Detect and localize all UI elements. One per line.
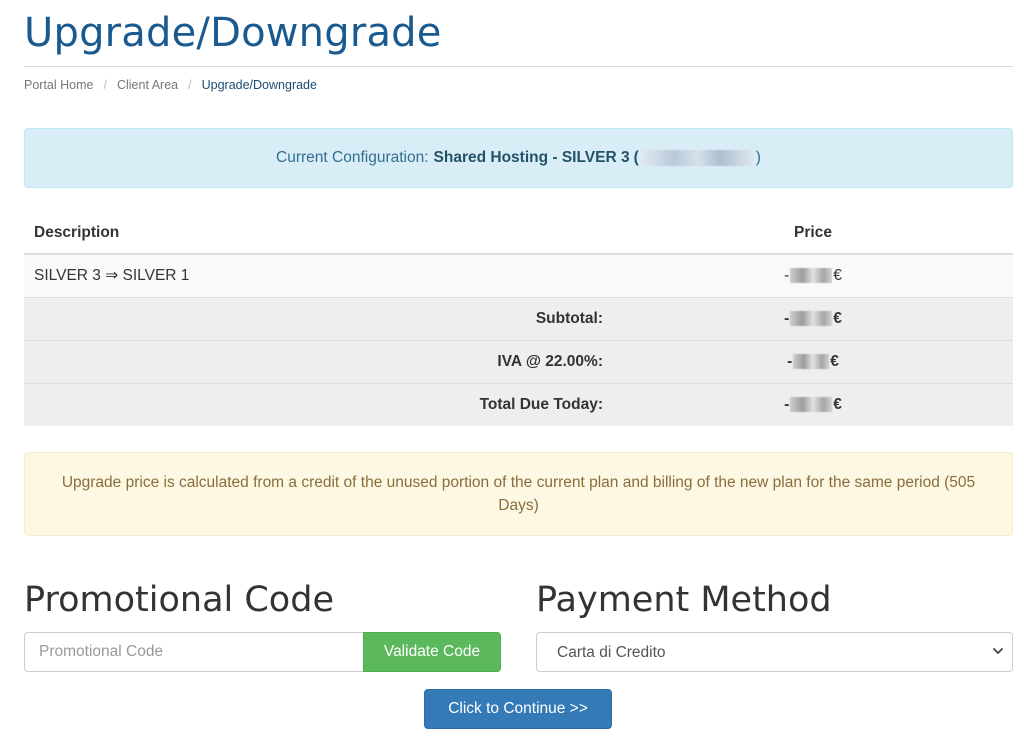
currency-symbol: €: [833, 309, 842, 327]
price-sign: -: [787, 352, 793, 370]
tax-row: IVA @ 22.00%: - €: [24, 339, 1013, 383]
redacted-amount: [790, 397, 833, 413]
current-configuration-alert: Current Configuration: Shared Hosting - …: [24, 128, 1013, 188]
table-header-row: Description Price: [24, 212, 1013, 255]
title-divider: [24, 66, 1013, 67]
tax-price: - €: [613, 339, 1013, 383]
payment-method-select[interactable]: Carta di Credito: [536, 632, 1013, 672]
upgrade-summary-table: Description Price SILVER 3 ⇒ SILVER 1 - €…: [24, 212, 1013, 426]
breadcrumb-portal-home[interactable]: Portal Home: [24, 78, 93, 92]
breadcrumb-client-area[interactable]: Client Area: [117, 78, 178, 92]
total-row: Total Due Today: - €: [24, 382, 1013, 426]
payment-method-heading: Payment Method: [536, 580, 832, 620]
item-price: - €: [613, 253, 1013, 297]
promotional-code-heading: Promotional Code: [24, 580, 334, 620]
upgrade-pricing-notice: Upgrade price is calculated from a credi…: [24, 452, 1013, 536]
redacted-amount: [790, 310, 833, 326]
validate-code-button[interactable]: Validate Code: [363, 632, 501, 672]
total-price: - €: [613, 382, 1013, 426]
price-sign: -: [784, 395, 790, 413]
column-header-description: Description: [24, 212, 613, 255]
tax-label: IVA @ 22.00%:: [24, 339, 613, 383]
item-description: SILVER 3 ⇒ SILVER 1: [24, 253, 613, 297]
subtotal-row: Subtotal: - €: [24, 296, 1013, 340]
breadcrumb: Portal Home / Client Area / Upgrade/Down…: [24, 78, 317, 92]
breadcrumb-current: Upgrade/Downgrade: [201, 78, 317, 92]
total-label: Total Due Today:: [24, 382, 613, 426]
redacted-amount: [790, 268, 833, 284]
subtotal-price: - €: [613, 296, 1013, 340]
breadcrumb-separator: /: [103, 78, 107, 92]
redacted-amount: [793, 353, 830, 369]
column-header-price: Price: [613, 212, 1013, 255]
currency-symbol: €: [833, 395, 842, 413]
currency-symbol: €: [830, 352, 839, 370]
current-configuration-product: Shared Hosting - SILVER 3: [433, 149, 630, 166]
payment-method-select-wrapper: Carta di Credito: [536, 632, 1013, 672]
paren-open: (: [633, 149, 639, 166]
promo-code-group: Validate Code: [24, 632, 501, 672]
price-sign: -: [784, 309, 790, 327]
subtotal-label: Subtotal:: [24, 296, 613, 340]
page-title: Upgrade/Downgrade: [24, 10, 442, 56]
current-configuration-label: Current Configuration:: [276, 149, 429, 166]
breadcrumb-separator: /: [188, 78, 192, 92]
continue-button[interactable]: Click to Continue >>: [424, 689, 612, 729]
promo-code-input[interactable]: [24, 632, 363, 672]
table-row: SILVER 3 ⇒ SILVER 1 - €: [24, 253, 1013, 297]
redacted-domain: [640, 150, 754, 166]
paren-close: ): [755, 149, 761, 166]
currency-symbol: €: [833, 266, 842, 284]
price-sign: -: [784, 266, 790, 284]
